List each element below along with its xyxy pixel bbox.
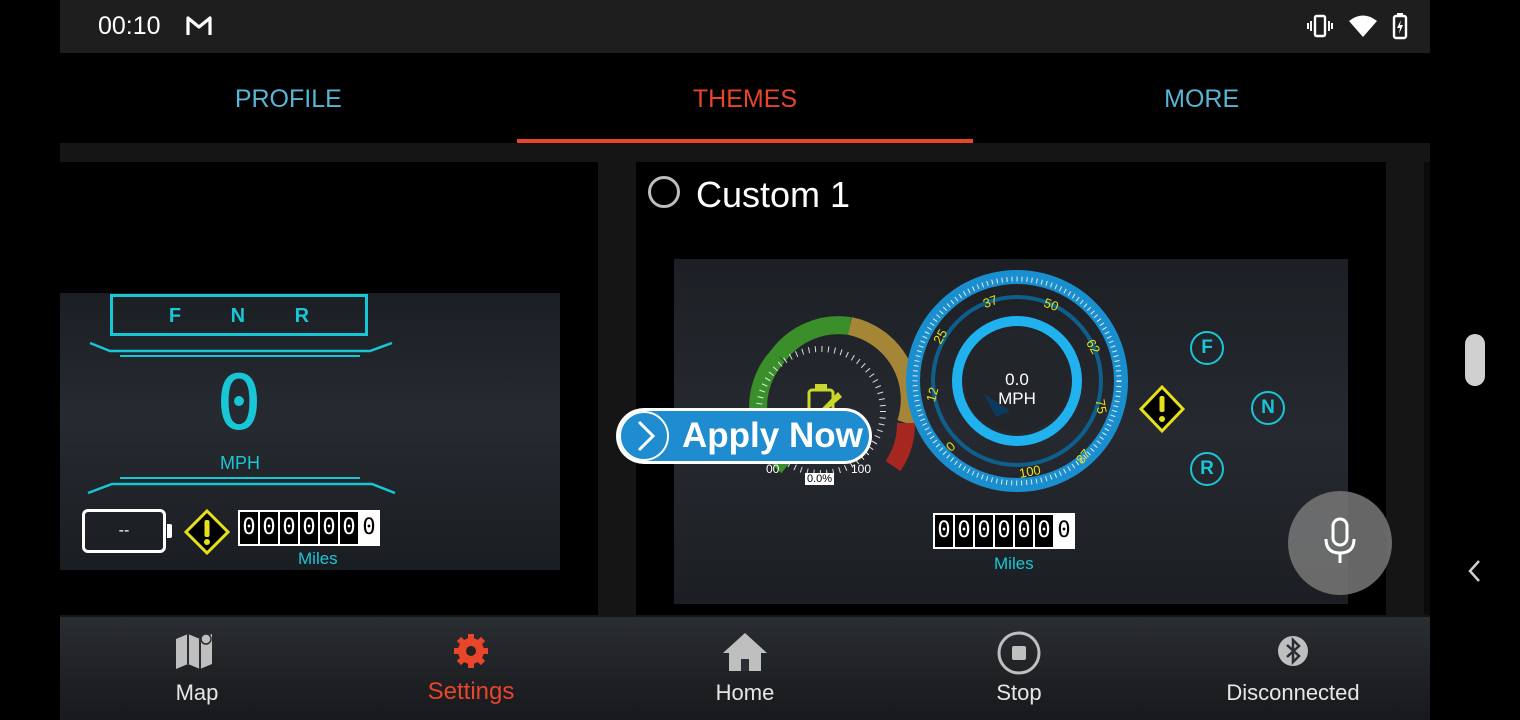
home-icon: [721, 631, 769, 678]
speed-readout: 0.0: [1005, 370, 1029, 389]
apply-now-button[interactable]: Apply Now: [616, 408, 872, 464]
theme-card-next[interactable]: [1424, 162, 1430, 615]
bottom-nav: Map Settings Home Stop Disconnected: [60, 617, 1430, 720]
theme-carousel[interactable]: F N R 0 MPH -- 0 0 0 0 0 0 0 Miles Custo…: [60, 143, 1430, 617]
tab-more[interactable]: MORE: [973, 53, 1430, 143]
speed-readout: 0: [216, 358, 262, 447]
apply-now-label: Apply Now: [682, 416, 863, 455]
nav-bluetooth[interactable]: Disconnected: [1156, 617, 1430, 720]
chevron-right-icon: [619, 411, 669, 461]
nav-stop-label: Stop: [996, 680, 1042, 705]
gear-indicator-fnr: F N R: [110, 294, 368, 336]
speed-unit-label: MPH: [220, 453, 260, 473]
odometer-digit: 0: [954, 514, 974, 548]
warning-icon: [1138, 384, 1186, 434]
nav-home-label: Home: [715, 680, 775, 705]
nav-settings-label: Settings: [427, 678, 515, 705]
odometer-digit: 0: [279, 511, 299, 545]
odometer-digit: 0: [1034, 514, 1054, 548]
odometer-digit: 0: [359, 511, 379, 545]
odometer-digit: 0: [994, 514, 1014, 548]
odometer-digit: 0: [1014, 514, 1034, 548]
gear-reverse: R: [1190, 452, 1224, 486]
bluetooth-icon: [1273, 631, 1313, 676]
status-time: 00:10: [98, 12, 161, 40]
battery-gauge-min-label: 00: [766, 462, 780, 476]
theme-select-radio[interactable]: [648, 176, 680, 208]
scroll-thumb[interactable]: [1465, 334, 1485, 386]
microphone-icon: [1322, 517, 1358, 570]
odometer-digit: 0: [299, 511, 319, 545]
gmail-icon: [185, 13, 213, 44]
battery-gauge-max-label: 100: [851, 462, 872, 476]
warning-icon: [183, 508, 231, 560]
app-window: 00:10 PROFILE THEMES MORE F N R 0 MPH --…: [60, 0, 1430, 720]
odometer-digit: 0: [934, 514, 954, 548]
tab-bar: PROFILE THEMES MORE: [60, 53, 1430, 143]
theme-card-default[interactable]: F N R 0 MPH -- 0 0 0 0 0 0 0 Miles: [60, 162, 598, 615]
speed-unit-label: MPH: [998, 389, 1036, 408]
voice-input-button[interactable]: [1288, 491, 1392, 595]
odometer-digit: 0: [239, 511, 259, 545]
battery-charging-icon: [1392, 12, 1408, 45]
speed-scale-label: 75: [1092, 398, 1110, 415]
gear-forward: F: [1190, 331, 1224, 365]
tab-themes[interactable]: THEMES: [516, 53, 974, 143]
odometer-digit: 0: [1054, 514, 1074, 548]
nav-bluetooth-label: Disconnected: [1226, 680, 1360, 705]
odometer: 0 0 0 0 0 0 0: [933, 513, 1075, 549]
nav-settings[interactable]: Settings: [334, 617, 608, 720]
wifi-icon: [1348, 13, 1378, 44]
vibrate-icon: [1306, 13, 1334, 44]
theme-title: Custom 1: [696, 174, 851, 215]
odometer-digit: 0: [974, 514, 994, 548]
map-icon: [174, 631, 220, 676]
odometer-digit: 0: [259, 511, 279, 545]
battery-indicator: --: [82, 509, 172, 553]
chevron-left-icon[interactable]: [1466, 558, 1484, 589]
nav-home[interactable]: Home: [608, 617, 882, 720]
nav-map[interactable]: Map: [60, 617, 334, 720]
gear-icon: [451, 631, 491, 676]
nav-map-label: Map: [175, 680, 219, 705]
miles-label: Miles: [298, 549, 338, 568]
theme-card-custom-1[interactable]: Custom 1 00 100 0.0% 0 12 25 37 50 62 75…: [636, 162, 1386, 615]
odometer: 0 0 0 0 0 0 0: [238, 510, 380, 546]
nav-stop[interactable]: Stop: [882, 617, 1156, 720]
odometer-digit: 0: [339, 511, 359, 545]
battery-percent-label: 0.0%: [805, 473, 835, 485]
status-bar: 00:10: [60, 0, 1430, 53]
stop-icon: [996, 631, 1042, 680]
tab-profile[interactable]: PROFILE: [60, 53, 517, 143]
theme-preview-default: F N R 0 MPH -- 0 0 0 0 0 0 0 Miles: [60, 293, 560, 570]
miles-label: Miles: [994, 554, 1034, 573]
odometer-digit: 0: [319, 511, 339, 545]
gear-neutral: N: [1251, 391, 1285, 425]
